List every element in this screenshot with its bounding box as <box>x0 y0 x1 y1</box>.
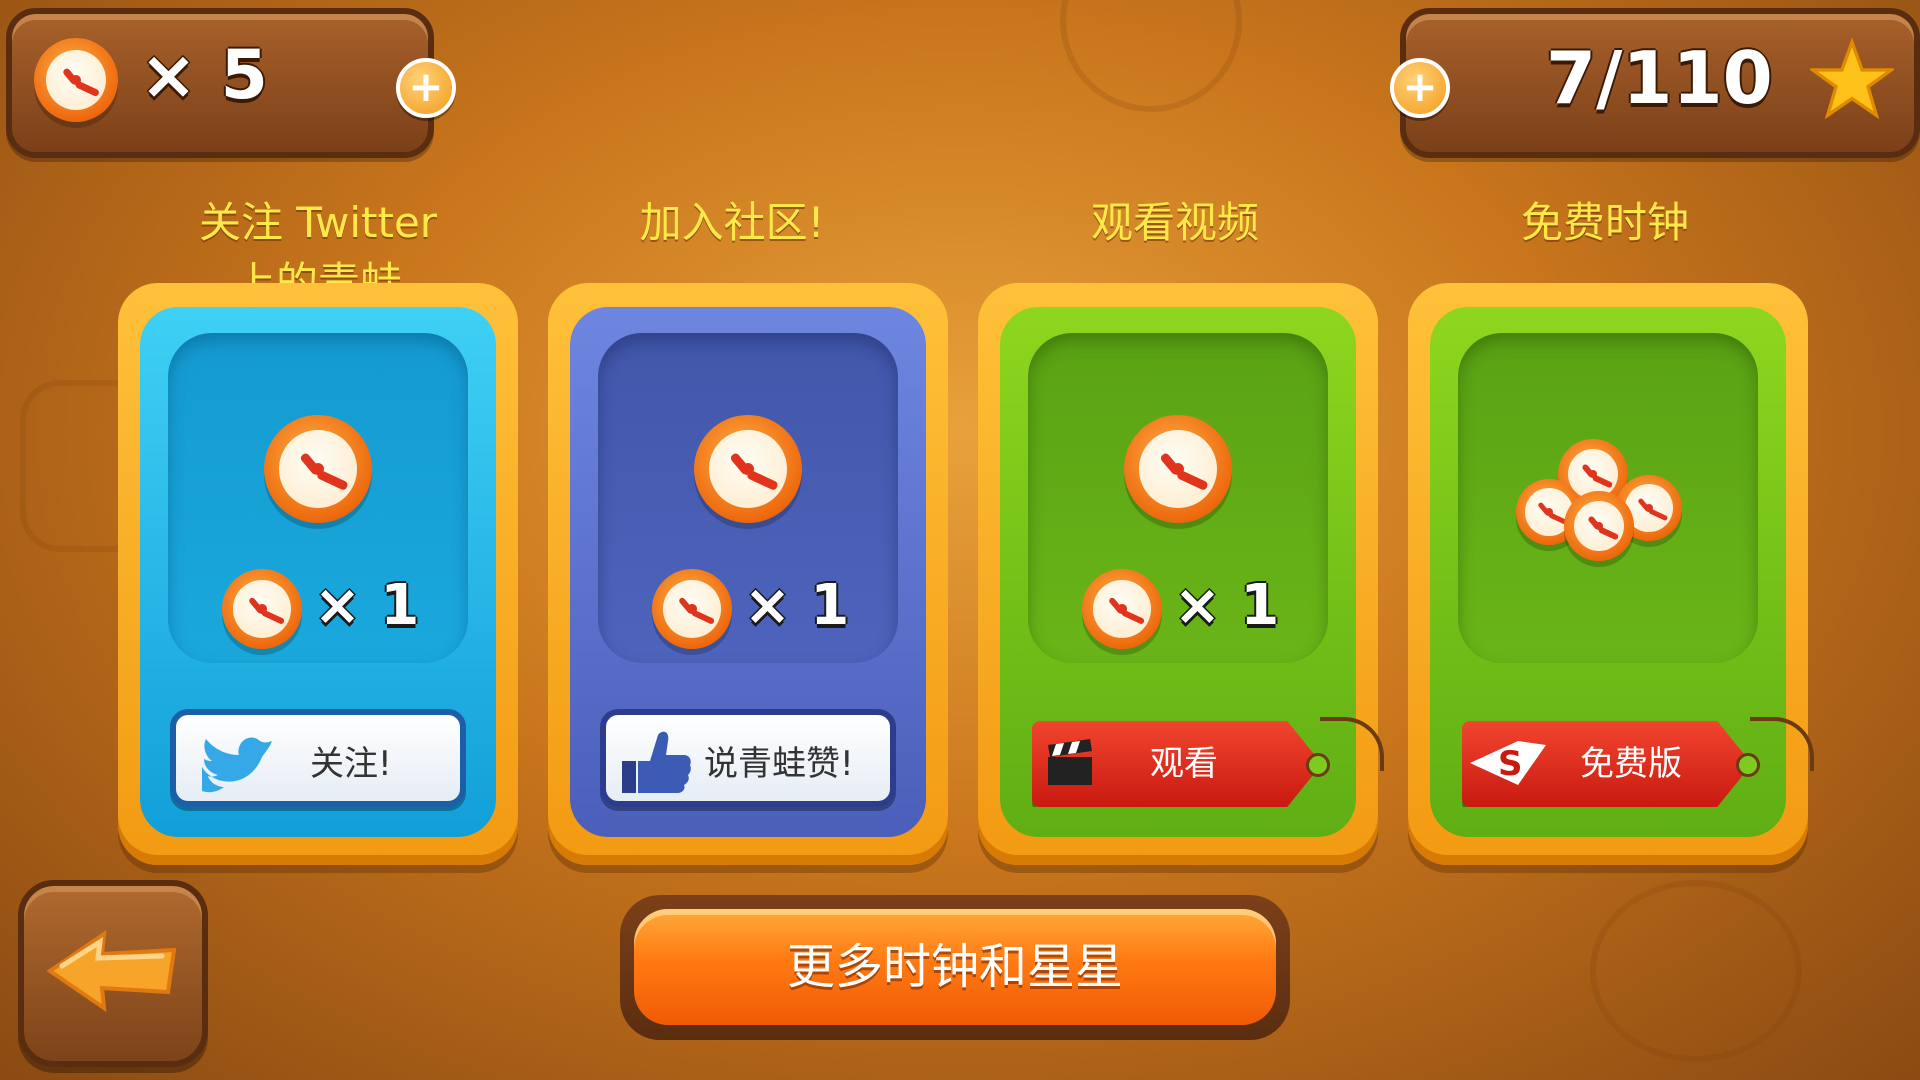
add-clocks-button[interactable]: + <box>396 58 456 118</box>
card-title-community: 加入社区! <box>639 198 825 247</box>
reward-amount: × 1 <box>744 573 850 638</box>
clock-icon <box>694 415 802 523</box>
like-community-button[interactable]: 说青蛙赞! <box>600 709 896 807</box>
free-clocks-card: S 免费版 <box>1408 283 1814 865</box>
like-button-label: 说青蛙赞! <box>704 744 854 784</box>
reward-clock-icon <box>222 569 302 649</box>
twitter-card: × 1 关注! <box>118 283 518 865</box>
reward-amount: × 1 <box>314 573 420 638</box>
reward-clock-icon <box>652 569 732 649</box>
community-card: × 1 说青蛙赞! <box>548 283 948 865</box>
watch-video-button[interactable]: 观看 <box>1032 721 1322 807</box>
star-icon <box>1810 38 1894 120</box>
watch-video-card: × 1 观看 <box>978 283 1384 865</box>
background-decoration <box>1590 880 1802 1062</box>
clock-count: × 5 <box>140 36 268 115</box>
back-button[interactable] <box>18 880 208 1067</box>
free-version-button[interactable]: S 免费版 <box>1462 721 1752 807</box>
watch-button-label: 观看 <box>1150 744 1218 784</box>
reward-clock-icon <box>1082 569 1162 649</box>
free-version-button-label: 免费版 <box>1580 744 1682 784</box>
thumbs-up-icon <box>622 731 691 793</box>
clock-counter-panel: × 5 + <box>6 8 456 158</box>
clock-icon <box>1124 415 1232 523</box>
card-title-video: 观看视频 <box>1090 198 1259 247</box>
tag-string <box>1320 717 1384 771</box>
star-counter-panel: + 7/110 <box>1390 8 1920 158</box>
clock-icon <box>264 415 372 523</box>
star-progress: 7/110 <box>1546 36 1773 120</box>
reward-amount: × 1 <box>1174 573 1280 638</box>
svg-text:S: S <box>1498 744 1523 784</box>
follow-button-label: 关注! <box>310 744 392 784</box>
follow-twitter-button[interactable]: 关注! <box>170 709 466 807</box>
add-stars-button[interactable]: + <box>1390 58 1450 118</box>
back-arrow-icon <box>46 929 177 1013</box>
clock-icon <box>1564 491 1634 561</box>
card-title-free-clocks: 免费时钟 <box>1520 198 1689 247</box>
s-logo-icon: S <box>1470 741 1546 785</box>
twitter-bird-icon <box>202 737 272 793</box>
clapperboard-icon <box>1048 739 1092 785</box>
tag-string <box>1750 717 1814 771</box>
clock-icon <box>34 38 118 122</box>
more-clocks-and-stars-button[interactable]: 更多时钟和星星 <box>620 895 1290 1040</box>
more-button-label: 更多时钟和星星 <box>634 909 1276 1025</box>
background-clock-decoration <box>1060 0 1242 112</box>
